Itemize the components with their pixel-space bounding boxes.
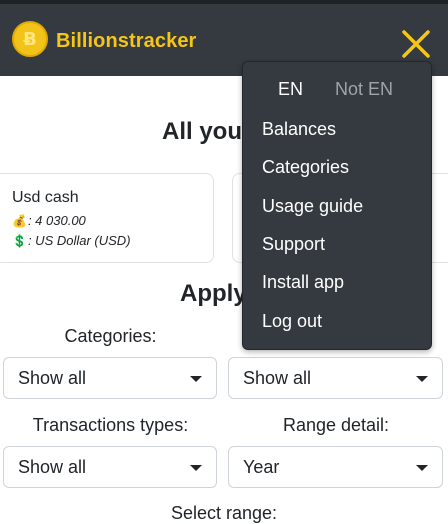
- balance-card[interactable]: Usd cash 💰: 4 030.00 💲: US Dollar (USD): [0, 173, 214, 263]
- language-en[interactable]: EN: [278, 79, 303, 100]
- close-menu-button[interactable]: [396, 24, 436, 64]
- dollar-sign-icon: 💲: [12, 234, 27, 248]
- balance-name: Usd cash: [12, 189, 79, 206]
- bitcoin-logo-icon[interactable]: Ƀ: [12, 21, 48, 57]
- menu-item-support[interactable]: Support: [262, 234, 325, 255]
- amount-value: : 4 030.00: [27, 213, 86, 228]
- second-filter-value: Show all: [243, 368, 312, 388]
- logo-glyph: Ƀ: [23, 28, 37, 50]
- categories-select[interactable]: Show all: [3, 357, 217, 399]
- menu-item-install-app[interactable]: Install app: [262, 272, 344, 293]
- chevron-down-icon: [416, 376, 428, 382]
- range-detail-label: Range detail:: [282, 415, 390, 435]
- menu-item-balances[interactable]: Balances: [262, 119, 336, 140]
- chevron-down-icon: [190, 465, 202, 471]
- menu-item-usage-guide[interactable]: Usage guide: [262, 196, 363, 217]
- menu-item-log-out[interactable]: Log out: [262, 311, 322, 332]
- range-detail-value: Year: [243, 457, 280, 477]
- categories-value: Show all: [18, 368, 87, 388]
- menu-item-categories[interactable]: Categories: [262, 157, 349, 178]
- chevron-down-icon: [190, 376, 202, 382]
- currency-value: : US Dollar (USD): [27, 233, 131, 248]
- balance-amount: 💰: 4 030.00: [12, 213, 86, 228]
- transactions-types-value: Show all: [18, 457, 87, 477]
- nav-dropdown-menu: EN Not EN Balances Categories Usage guid…: [242, 61, 432, 350]
- range-detail-select[interactable]: Year: [228, 446, 443, 488]
- second-filter-select[interactable]: Show all: [228, 357, 443, 399]
- categories-label: Categories:: [64, 326, 157, 346]
- language-not-en[interactable]: Not EN: [335, 79, 393, 100]
- transactions-types-label: Transactions types:: [32, 415, 189, 435]
- chevron-down-icon: [416, 465, 428, 471]
- brand-name[interactable]: Billionstracker: [56, 30, 196, 53]
- close-icon: [402, 30, 430, 58]
- transactions-types-select[interactable]: Show all: [3, 446, 217, 488]
- money-bag-icon: 💰: [12, 214, 27, 228]
- balance-currency: 💲: US Dollar (USD): [12, 233, 131, 248]
